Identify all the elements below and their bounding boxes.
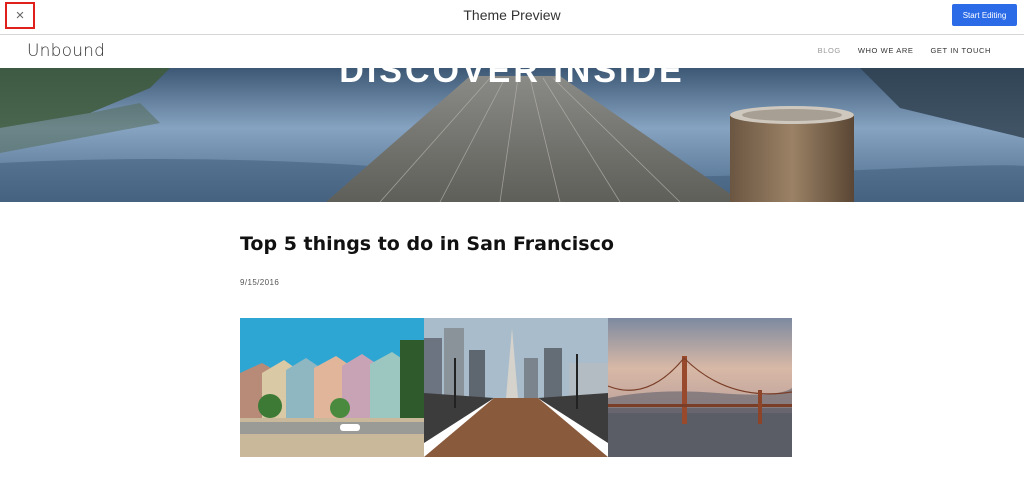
post-date: 9/15/2016 xyxy=(240,278,280,287)
site-nav: BLOG WHO WE ARE GET IN TOUCH xyxy=(818,46,991,55)
nav-link-blog[interactable]: BLOG xyxy=(818,46,841,55)
post-title[interactable]: Top 5 things to do in San Francisco xyxy=(240,233,614,255)
preview-toolbar: × Theme Preview Start Editing xyxy=(0,0,1024,35)
nav-link-who-we-are[interactable]: WHO WE ARE xyxy=(858,46,914,55)
site-header: Unbound BLOG WHO WE ARE GET IN TOUCH xyxy=(0,36,1024,68)
hero-banner: DISCOVER INSIDE xyxy=(0,68,1024,202)
image-gallery xyxy=(240,318,792,457)
nav-link-get-in-touch[interactable]: GET IN TOUCH xyxy=(930,46,991,55)
hero-title: DISCOVER INSIDE xyxy=(339,68,685,90)
site-logo[interactable]: Unbound xyxy=(27,41,105,61)
gallery-image-golden-gate[interactable] xyxy=(608,318,792,457)
gallery-image-painted-ladies[interactable] xyxy=(240,318,424,457)
start-editing-button[interactable]: Start Editing xyxy=(952,4,1017,26)
preview-title: Theme Preview xyxy=(463,7,561,23)
gallery-image-pier-city[interactable] xyxy=(424,318,608,457)
